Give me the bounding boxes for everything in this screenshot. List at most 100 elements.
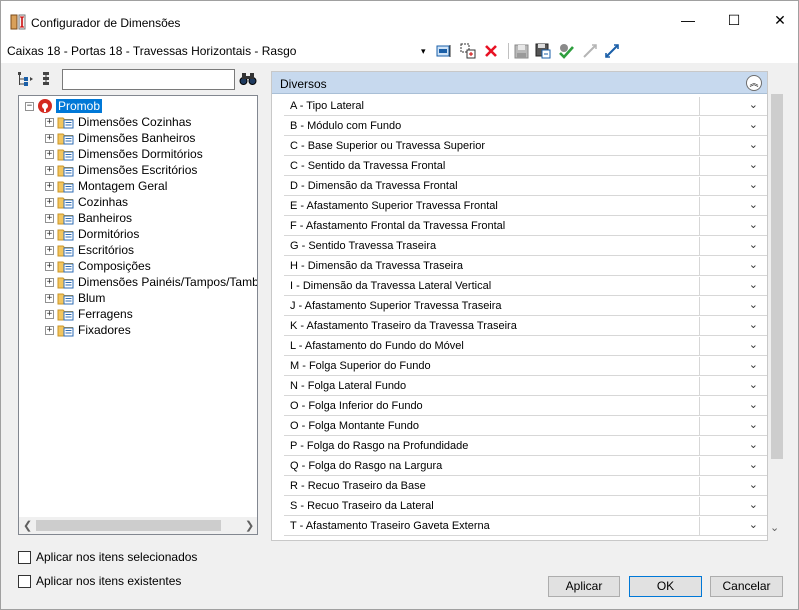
collapse-tree-icon[interactable] bbox=[40, 71, 54, 87]
tree-item[interactable]: + Dimensões Painéis/Tampos/Tamburat bbox=[45, 274, 257, 290]
property-value-dropdown[interactable]: ⌄ bbox=[699, 297, 766, 315]
expand-node-icon[interactable]: + bbox=[45, 213, 54, 223]
save-as-icon[interactable] bbox=[534, 42, 552, 60]
tree-item-label[interactable]: Dimensões Escritórios bbox=[78, 163, 197, 177]
property-row[interactable]: H - Dimensão da Travessa Traseira ⌄ bbox=[284, 256, 767, 276]
property-value-dropdown[interactable]: ⌄ bbox=[699, 517, 766, 535]
property-value-dropdown[interactable]: ⌄ bbox=[699, 357, 766, 375]
expand-node-icon[interactable]: + bbox=[45, 277, 54, 287]
chevron-down-icon[interactable]: ⌄ bbox=[749, 518, 758, 531]
property-value-dropdown[interactable]: ⌄ bbox=[699, 117, 766, 135]
tree-horizontal-scrollbar[interactable]: ❮ ❯ bbox=[19, 517, 257, 534]
copy-icon[interactable] bbox=[459, 42, 477, 60]
chevron-down-icon[interactable]: ⌄ bbox=[749, 278, 758, 291]
chevron-down-icon[interactable]: ⌄ bbox=[749, 478, 758, 491]
chevron-down-icon[interactable]: ⌄ bbox=[749, 318, 758, 331]
tree-item-label[interactable]: Ferragens bbox=[78, 307, 133, 321]
tree-item-label[interactable]: Dormitórios bbox=[78, 227, 139, 241]
tree-item[interactable]: + Dimensões Dormitórios bbox=[45, 146, 203, 162]
property-row[interactable]: C - Sentido da Travessa Frontal ⌄ bbox=[284, 156, 767, 176]
property-row[interactable]: T - Afastamento Traseiro Gaveta Externa ⌄ bbox=[284, 516, 767, 536]
property-row[interactable]: C - Base Superior ou Travessa Superior ⌄ bbox=[284, 136, 767, 156]
property-value-dropdown[interactable]: ⌄ bbox=[699, 397, 766, 415]
library-tree[interactable]: − Promob + Dimensões Cozinhas + Dimensões B… bbox=[18, 95, 258, 535]
chevron-down-icon[interactable]: ▾ bbox=[421, 46, 426, 57]
expand-node-icon[interactable]: + bbox=[45, 149, 54, 159]
apply-existing-checkbox[interactable] bbox=[18, 575, 31, 588]
property-value-dropdown[interactable]: ⌄ bbox=[699, 497, 766, 515]
cancel-button[interactable]: Cancelar bbox=[710, 576, 783, 597]
chevron-down-icon[interactable]: ⌄ bbox=[749, 218, 758, 231]
property-value-dropdown[interactable]: ⌄ bbox=[699, 417, 766, 435]
save-icon[interactable] bbox=[512, 42, 530, 60]
property-row[interactable]: Q - Folga do Rasgo na Largura ⌄ bbox=[284, 456, 767, 476]
apply-selected-label[interactable]: Aplicar nos itens selecionados bbox=[36, 550, 197, 564]
tree-item-label[interactable]: Dimensões Cozinhas bbox=[78, 115, 191, 129]
chevron-down-icon[interactable]: ⌄ bbox=[749, 358, 758, 371]
tree-item-label[interactable]: Dimensões Banheiros bbox=[78, 131, 195, 145]
tree-item[interactable]: + Blum bbox=[45, 290, 105, 306]
tree-item[interactable]: + Fixadores bbox=[45, 322, 131, 338]
tree-item[interactable]: + Ferragens bbox=[45, 306, 133, 322]
scroll-down-icon[interactable]: ⌄ bbox=[770, 521, 779, 534]
delete-icon[interactable] bbox=[482, 42, 500, 60]
tree-item-label[interactable]: Escritórios bbox=[78, 243, 134, 257]
property-value-dropdown[interactable]: ⌄ bbox=[699, 197, 766, 215]
chevron-down-icon[interactable]: ⌄ bbox=[749, 258, 758, 271]
property-value-dropdown[interactable]: ⌄ bbox=[699, 177, 766, 195]
expand-node-icon[interactable]: + bbox=[45, 309, 54, 319]
property-row[interactable]: N - Folga Lateral Fundo ⌄ bbox=[284, 376, 767, 396]
chevron-down-icon[interactable]: ⌄ bbox=[749, 158, 758, 171]
tree-item[interactable]: + Cozinhas bbox=[45, 194, 128, 210]
expand-node-icon[interactable]: + bbox=[45, 245, 54, 255]
chevron-down-icon[interactable]: ⌄ bbox=[749, 118, 758, 131]
chevron-down-icon[interactable]: ⌄ bbox=[749, 138, 758, 151]
property-value-dropdown[interactable]: ⌄ bbox=[699, 477, 766, 495]
property-row[interactable]: K - Afastamento Traseiro da Travessa Tra… bbox=[284, 316, 767, 336]
apply-existing-label[interactable]: Aplicar nos itens existentes bbox=[36, 574, 181, 588]
chevron-down-icon[interactable]: ⌄ bbox=[749, 438, 758, 451]
configuration-select[interactable]: Caixas 18 - Portas 18 - Travessas Horizo… bbox=[7, 44, 296, 58]
property-row[interactable]: B - Módulo com Fundo ⌄ bbox=[284, 116, 767, 136]
property-value-dropdown[interactable]: ⌄ bbox=[699, 157, 766, 175]
sync-icon[interactable] bbox=[603, 42, 621, 60]
property-row[interactable]: E - Afastamento Superior Travessa Fronta… bbox=[284, 196, 767, 216]
property-row[interactable]: A - Tipo Lateral ⌄ bbox=[284, 96, 767, 116]
expand-node-icon[interactable]: + bbox=[45, 293, 54, 303]
tree-item[interactable]: + Montagem Geral bbox=[45, 178, 167, 194]
property-value-dropdown[interactable]: ⌄ bbox=[699, 277, 766, 295]
tree-item-label[interactable]: Dimensões Dormitórios bbox=[78, 147, 203, 161]
property-row[interactable]: G - Sentido Travessa Traseira ⌄ bbox=[284, 236, 767, 256]
property-row[interactable]: S - Recuo Traseiro da Lateral ⌄ bbox=[284, 496, 767, 516]
tree-root-label[interactable]: Promob bbox=[56, 99, 103, 113]
binoculars-search-icon[interactable] bbox=[239, 71, 257, 87]
property-row[interactable]: R - Recuo Traseiro da Base ⌄ bbox=[284, 476, 767, 496]
tree-item[interactable]: + Composições bbox=[45, 258, 151, 274]
chevron-down-icon[interactable]: ⌄ bbox=[749, 178, 758, 191]
chevron-down-icon[interactable]: ⌄ bbox=[749, 238, 758, 251]
chevron-down-icon[interactable]: ⌄ bbox=[749, 498, 758, 511]
tree-item[interactable]: + Dimensões Escritórios bbox=[45, 162, 197, 178]
property-value-dropdown[interactable]: ⌄ bbox=[699, 437, 766, 455]
tree-item-label[interactable]: Blum bbox=[78, 291, 105, 305]
chevron-down-icon[interactable]: ⌄ bbox=[749, 198, 758, 211]
sync-disabled-icon[interactable] bbox=[581, 42, 599, 60]
tree-item-label[interactable]: Composições bbox=[78, 259, 151, 273]
scroll-left-icon[interactable]: ❮ bbox=[23, 519, 32, 532]
property-value-dropdown[interactable]: ⌄ bbox=[699, 137, 766, 155]
apply-selected-checkbox[interactable] bbox=[18, 551, 31, 564]
property-value-dropdown[interactable]: ⌄ bbox=[699, 217, 766, 235]
minimize-button[interactable]: — bbox=[665, 1, 711, 39]
tree-item-label[interactable]: Fixadores bbox=[78, 323, 131, 337]
property-value-dropdown[interactable]: ⌄ bbox=[699, 377, 766, 395]
property-row[interactable]: F - Afastamento Frontal da Travessa Fron… bbox=[284, 216, 767, 236]
property-row[interactable]: O - Folga Montante Fundo ⌄ bbox=[284, 416, 767, 436]
property-row[interactable]: P - Folga do Rasgo na Profundidade ⌄ bbox=[284, 436, 767, 456]
expand-node-icon[interactable]: + bbox=[45, 181, 54, 191]
property-value-dropdown[interactable]: ⌄ bbox=[699, 317, 766, 335]
property-row[interactable]: D - Dimensão da Travessa Frontal ⌄ bbox=[284, 176, 767, 196]
expand-node-icon[interactable]: + bbox=[45, 165, 54, 175]
apply-check-icon[interactable] bbox=[557, 42, 575, 60]
maximize-button[interactable]: ☐ bbox=[711, 1, 757, 39]
collapse-group-icon[interactable]: ︽ bbox=[746, 75, 762, 91]
